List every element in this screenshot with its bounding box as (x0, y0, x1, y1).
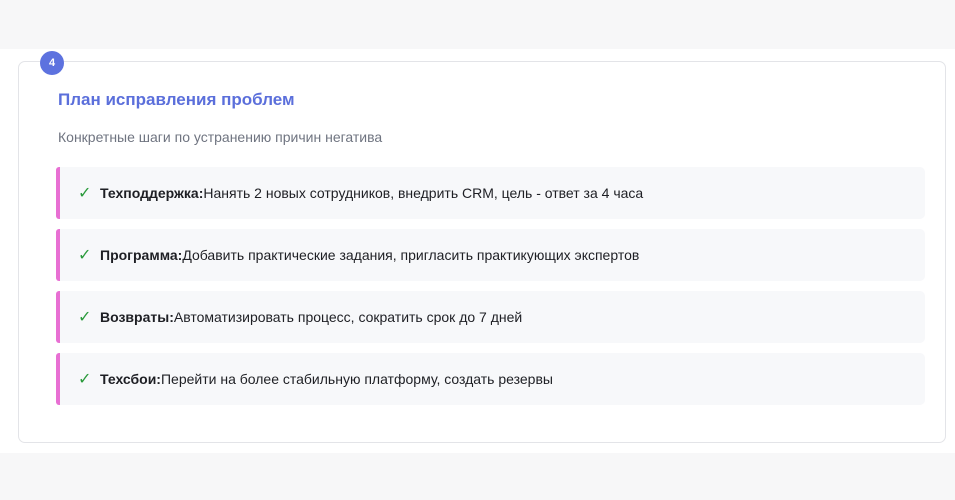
plan-item-program: ✓ Программа: Добавить практические задан… (56, 229, 925, 281)
card-title: План исправления проблем (58, 90, 295, 109)
top-background-band (0, 0, 955, 49)
plan-item-label: Программа: (100, 247, 183, 263)
plan-item-refunds: ✓ Возвраты: Автоматизировать процесс, со… (56, 291, 925, 343)
action-plan-list: ✓ Техподдержка: Нанять 2 новых сотрудник… (56, 167, 925, 405)
plan-item-text: Добавить практические задания, пригласит… (182, 247, 640, 263)
plan-item-label: Возвраты: (100, 309, 174, 325)
plan-item-text: Перейти на более стабильную платформу, с… (160, 371, 553, 387)
plan-item-tech-failures: ✓ Техсбои: Перейти на более стабильную п… (56, 353, 925, 405)
step-number-badge: 4 (40, 51, 64, 75)
plan-item-support: ✓ Техподдержка: Нанять 2 новых сотрудник… (56, 167, 925, 219)
check-icon: ✓ (78, 247, 92, 264)
plan-item-text: Автоматизировать процесс, сократить срок… (173, 309, 523, 325)
card-subtitle: Конкретные шаги по устранению причин нег… (58, 129, 383, 145)
check-icon: ✓ (78, 371, 92, 388)
bottom-background-band (0, 453, 955, 500)
plan-item-label: Техсбои: (100, 371, 161, 387)
check-icon: ✓ (78, 185, 92, 202)
plan-item-text: Нанять 2 новых сотрудников, внедрить CRM… (203, 185, 644, 201)
plan-item-label: Техподдержка: (100, 185, 204, 201)
check-icon: ✓ (78, 309, 92, 326)
